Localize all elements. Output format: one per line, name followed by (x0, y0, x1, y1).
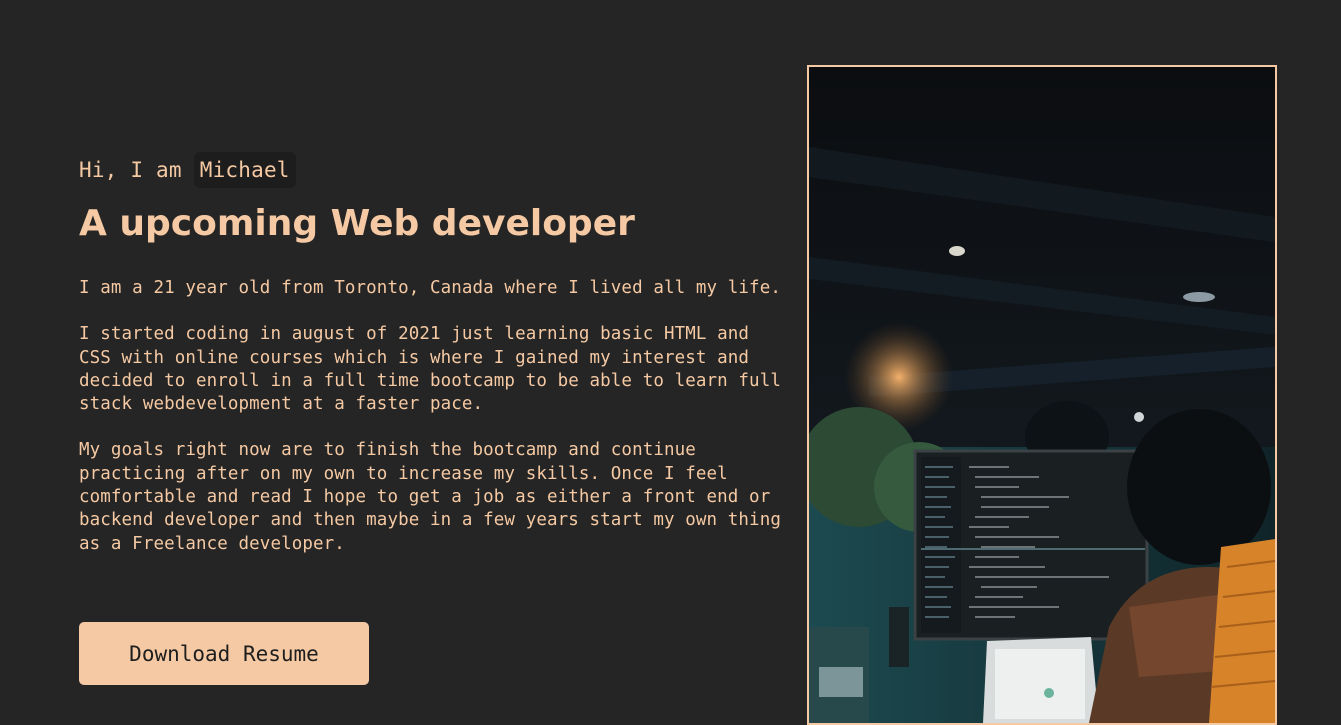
greeting-text: Hi, I am (79, 158, 182, 182)
greeting-line: Hi, I am Michael (79, 152, 789, 188)
bio-text: I am a 21 year old from Toronto, Canada … (79, 277, 789, 556)
bio-paragraph: My goals right now are to finish the boo… (79, 440, 781, 554)
developer-at-monitor-photo-icon (809, 67, 1275, 723)
hero-intro: Hi, I am Michael A upcoming Web develope… (79, 152, 789, 579)
bio-paragraph: I started coding in august of 2021 just … (79, 324, 781, 415)
page-title: A upcoming Web developer (79, 203, 635, 244)
download-resume-button[interactable]: Download Resume (79, 622, 369, 685)
bio-paragraph: I am a 21 year old from Toronto, Canada … (79, 278, 781, 298)
profile-photo (807, 65, 1277, 725)
name-badge: Michael (193, 152, 296, 188)
